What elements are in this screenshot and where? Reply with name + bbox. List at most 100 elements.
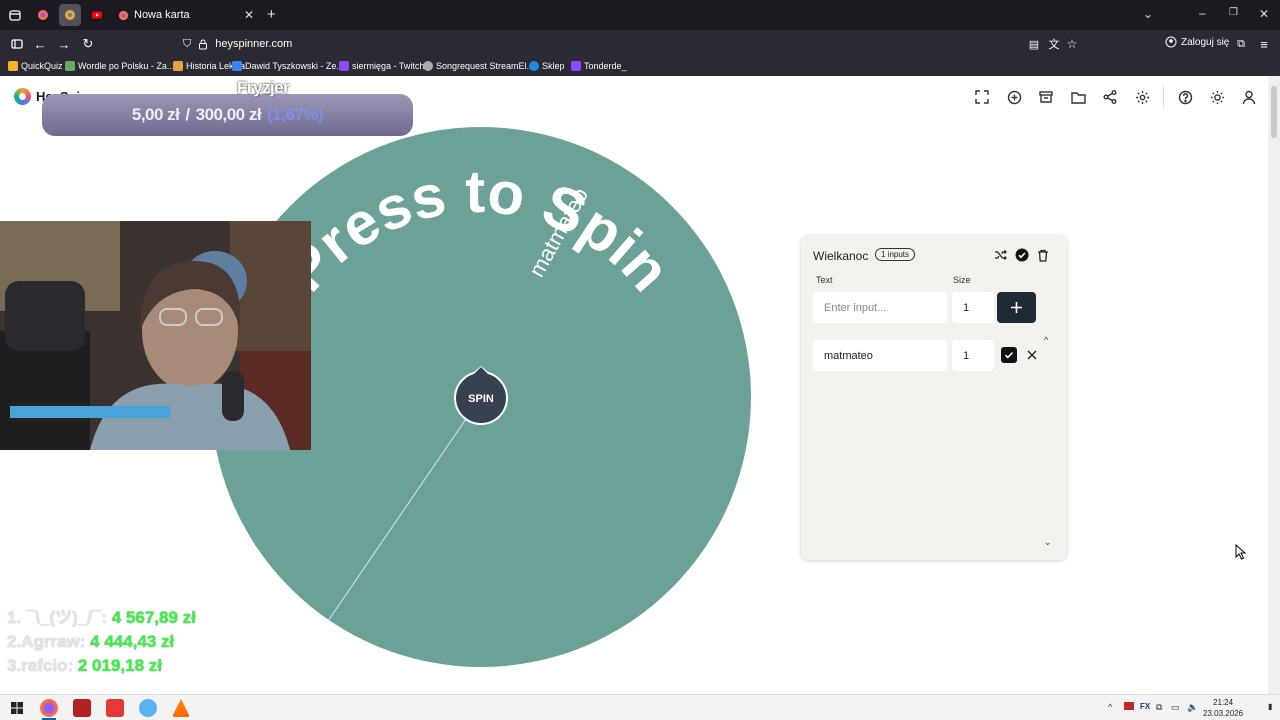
donation-leaderboard: 1. ¯\_(ツ)_/¯: 4 567,89 zł 2.Agrraw: 4 44… <box>7 606 196 678</box>
bookmark-icon <box>339 61 349 71</box>
forward-icon[interactable]: → <box>55 35 73 53</box>
page-scrollbar[interactable] <box>1268 76 1280 694</box>
reader-view-icon[interactable]: ▤ <box>1025 35 1043 53</box>
bookmark-item[interactable]: Songrequest StreamEl... <box>423 61 534 71</box>
bookmark-item[interactable]: Wordle po Polsku - Za... <box>65 61 174 71</box>
tray-app-icon[interactable]: ⧉ <box>1156 702 1162 713</box>
entry-size-value: 1 <box>963 349 970 362</box>
leaderboard-name: 1. ¯\_(ツ)_/¯: <box>7 608 108 627</box>
menu-icon[interactable]: ≡ <box>1255 35 1273 53</box>
bookmark-icon <box>65 61 75 71</box>
bookmark-item[interactable]: Sklep <box>529 61 565 71</box>
scrollbar-thumb[interactable] <box>1271 86 1277 138</box>
donation-goal-bar: Fryzjer 5,00 zł / 300,00 zł (1,67%) <box>42 78 413 136</box>
scroll-up-chevron-icon[interactable]: ^ <box>1044 335 1048 345</box>
leaderboard-row: 3.rafcio: 2 019,18 zł <box>7 654 196 678</box>
media-app-taskbar-icon[interactable] <box>106 699 124 717</box>
reload-icon[interactable]: ↻ <box>79 35 97 53</box>
url-text: heyspinner.com <box>215 38 293 50</box>
tracking-shield-icon[interactable]: ⛉ <box>183 38 191 51</box>
back-icon[interactable]: ← <box>31 35 49 53</box>
tab-title: Nowa karta <box>134 9 190 21</box>
leaderboard-row: 1. ¯\_(ツ)_/¯: 4 567,89 zł <box>7 606 196 630</box>
bookmark-item[interactable]: QuickQuiz <box>8 61 63 71</box>
scroll-down-chevron-icon[interactable]: ⌄ <box>1044 537 1052 548</box>
donation-separator: / <box>185 105 190 124</box>
windows-start-icon[interactable] <box>11 701 23 719</box>
spin-button-label[interactable]: SPIN <box>468 393 494 405</box>
folder-icon[interactable] <box>1069 88 1087 106</box>
bookmark-item[interactable]: Dawid Tyszkowski - Ze... <box>232 61 344 71</box>
account-icon <box>1165 36 1177 48</box>
heyspinner-pinned-tab-icon[interactable] <box>59 4 81 26</box>
close-window-icon[interactable]: ✕ <box>1259 7 1269 21</box>
tray-app-icon[interactable] <box>1124 702 1134 712</box>
leaderboard-name: 3.rafcio: <box>7 656 74 675</box>
new-entry-text-input[interactable]: Enter input... <box>813 292 947 323</box>
donation-current: 5,00 zł <box>131 105 180 124</box>
clock-date: 23.03.2026 <box>1203 709 1244 718</box>
add-circle-icon[interactable] <box>1005 88 1023 106</box>
bookmark-item[interactable]: Tonderde_ <box>571 61 627 71</box>
tray-fx-icon[interactable]: FX <box>1140 702 1150 711</box>
entry-text-input[interactable]: matmateo <box>813 340 947 371</box>
plus-icon <box>1011 302 1022 313</box>
entry-size-input[interactable]: 1 <box>952 340 994 371</box>
shuffle-icon[interactable] <box>992 247 1008 263</box>
lock-icon[interactable] <box>198 39 208 50</box>
web-app-taskbar-icon[interactable] <box>139 699 157 717</box>
vlc-taskbar-icon[interactable] <box>172 699 190 717</box>
tab-new-tab[interactable]: Nowa karta <box>110 4 260 26</box>
remove-entry-icon[interactable] <box>1025 347 1039 363</box>
bookmark-item[interactable]: siermięga - Twitch <box>339 61 424 71</box>
entry-enabled-checkbox[interactable] <box>1001 347 1017 363</box>
archive-icon[interactable] <box>1037 88 1055 106</box>
extensions-icon[interactable]: ⧉ <box>1232 35 1250 53</box>
translate-icon[interactable]: 文 <box>1045 35 1063 53</box>
tray-overflow-chevron-icon[interactable]: ^ <box>1108 702 1112 712</box>
trash-icon[interactable] <box>1035 247 1051 263</box>
leaderboard-amount: 4 567,89 zł <box>111 608 196 627</box>
size-column-header: Size <box>953 275 971 285</box>
login-button[interactable]: Zaloguj się <box>1165 36 1229 48</box>
firefox-taskbar-icon[interactable] <box>40 699 58 717</box>
webcam-feed-image <box>0 221 311 450</box>
entry-text-value: matmateo <box>824 349 873 362</box>
tab-list-icon[interactable] <box>5 5 25 25</box>
add-entry-button[interactable] <box>997 292 1036 323</box>
youtube-pinned-tab-icon[interactable] <box>87 5 107 25</box>
help-icon[interactable] <box>1176 88 1194 106</box>
fullscreen-icon[interactable] <box>973 88 991 106</box>
sidebar-icon[interactable] <box>8 35 26 53</box>
share-icon[interactable] <box>1101 88 1119 106</box>
bookmark-star-icon[interactable]: ☆ <box>1063 35 1081 53</box>
page-content: HeySpinner Press to Spin matmateo <box>0 76 1268 694</box>
volume-icon[interactable]: 🔈 <box>1187 702 1198 713</box>
network-icon[interactable]: ▭ <box>1171 702 1180 713</box>
sun-icon[interactable] <box>1208 88 1226 106</box>
show-desktop-icon[interactable]: ▮ <box>1268 702 1272 711</box>
taskbar-clock[interactable]: 21:24 23.03.2026 <box>1203 697 1243 719</box>
login-label: Zaloguj się <box>1181 36 1230 48</box>
webcam-overlay <box>0 221 311 450</box>
gear-icon[interactable] <box>1133 88 1151 106</box>
tab-overflow-chevron-icon[interactable]: ⌄ <box>1143 7 1153 21</box>
select-all-checkbox[interactable] <box>1014 247 1030 263</box>
minimize-icon[interactable]: – <box>1199 6 1206 20</box>
wheel-title[interactable]: Wielkanoc <box>813 249 868 263</box>
heyspinner-logo-icon <box>14 88 31 105</box>
leaderboard-row: 2.Agrraw: 4 444,43 zł <box>7 630 196 654</box>
checkmark-icon <box>1004 351 1014 359</box>
browser-tab-bar: Nowa karta ✕ + ⌄ – ❐ ✕ <box>0 0 1280 30</box>
firefox-pinned-tab-icon[interactable] <box>33 5 53 25</box>
bookmarks-bar: QuickQuiz Wordle po Polsku - Za... Histo… <box>0 58 1280 76</box>
streaming-app-taskbar-icon[interactable] <box>73 699 91 717</box>
new-tab-icon[interactable]: + <box>267 6 276 23</box>
donation-percent: (1,67%) <box>267 105 324 124</box>
leaderboard-amount: 2 019,18 zł <box>77 656 162 675</box>
close-tab-icon[interactable]: ✕ <box>244 8 254 22</box>
restore-icon[interactable]: ❐ <box>1229 7 1238 18</box>
new-entry-size-input[interactable]: 1 <box>952 292 994 323</box>
url-bar[interactable]: ⛉ heyspinner.com <box>175 33 1085 55</box>
user-icon[interactable] <box>1240 88 1258 106</box>
